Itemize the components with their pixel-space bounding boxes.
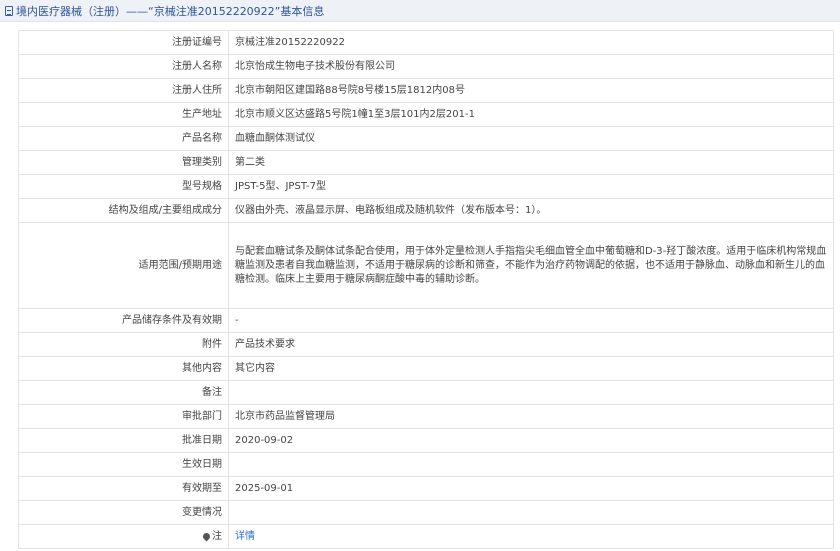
row-label: 生效日期 (18, 452, 229, 477)
table-row: 有效期至 2025-09-01 (18, 476, 834, 501)
note-row: 注 详情 (18, 524, 834, 549)
row-label: 管理类别 (18, 150, 229, 175)
row-value: 北京市顺义区达盛路5号院1幢1至3层101内2层201-1 (228, 102, 834, 127)
row-label: 结构及组成/主要组成成分 (18, 198, 229, 223)
row-value: - (228, 308, 834, 333)
table-row: 变更情况 (18, 500, 834, 525)
page-title: 境内医疗器械（注册）——“京械注准20152220922”基本信息 (16, 4, 325, 18)
row-label: 生产地址 (18, 102, 229, 127)
table-row: 产品名称 血糖血酮体测试仪 (18, 126, 834, 151)
pin-icon (201, 531, 212, 541)
table-row: 生效日期 (18, 452, 834, 477)
note-label: 注 (18, 524, 229, 549)
note-value: 详情 (228, 524, 834, 549)
table-row: 管理类别 第二类 (18, 150, 834, 175)
row-value: 产品技术要求 (228, 332, 834, 357)
row-label: 注册人住所 (18, 78, 229, 103)
row-value: 北京怡成生物电子技术股份有限公司 (228, 54, 834, 79)
row-label: 变更情况 (18, 500, 229, 525)
row-label: 附件 (18, 332, 229, 357)
table-row: 附件 产品技术要求 (18, 332, 834, 357)
row-value: 北京市朝阳区建国路88号院8号楼15层1812内08号 (228, 78, 834, 103)
table-row: 型号规格 JPST-5型、JPST-7型 (18, 174, 834, 199)
row-label: 型号规格 (18, 174, 229, 199)
table-row: 注册证编号 京械注准20152220922 (18, 30, 834, 55)
table-row: 批准日期 2020-09-02 (18, 428, 834, 453)
row-value: 第二类 (228, 150, 834, 175)
table-row: 产品储存条件及有效期 - (18, 308, 834, 333)
row-label: 适用范围/预期用途 (18, 222, 229, 309)
info-table: 注册证编号 京械注准20152220922 注册人名称 北京怡成生物电子技术股份… (18, 30, 834, 549)
row-value: 京械注准20152220922 (228, 30, 834, 55)
row-value: 北京市药品监督管理局 (228, 404, 834, 429)
table-row: 适用范围/预期用途 与配套血糖试条及酮体试条配合使用，用于体外定量检测人手指指尖… (18, 222, 834, 309)
row-label: 产品储存条件及有效期 (18, 308, 229, 333)
table-row: 其他内容 其它内容 (18, 356, 834, 381)
row-value: JPST-5型、JPST-7型 (228, 174, 834, 199)
row-label: 备注 (18, 380, 229, 405)
table-row: 注册人名称 北京怡成生物电子技术股份有限公司 (18, 54, 834, 79)
row-value (228, 500, 834, 525)
table-row: 备注 (18, 380, 834, 405)
row-value: 血糖血酮体测试仪 (228, 126, 834, 151)
row-value: 仪器由外壳、液晶显示屏、电路板组成及随机软件（发布版本号：1）。 (228, 198, 834, 223)
info-table-container: 注册证编号 京械注准20152220922 注册人名称 北京怡成生物电子技术股份… (18, 30, 834, 549)
row-value: 2025-09-01 (228, 476, 834, 501)
row-value: 其它内容 (228, 356, 834, 381)
row-label: 其他内容 (18, 356, 229, 381)
page-header: 境内医疗器械（注册）——“京械注准20152220922”基本信息 (0, 0, 840, 22)
row-value (228, 380, 834, 405)
document-icon (5, 5, 13, 16)
table-row: 注册人住所 北京市朝阳区建国路88号院8号楼15层1812内08号 (18, 78, 834, 103)
row-label: 有效期至 (18, 476, 229, 501)
row-label: 产品名称 (18, 126, 229, 151)
note-label-text: 注 (212, 530, 222, 542)
row-label: 注册证编号 (18, 30, 229, 55)
details-link[interactable]: 详情 (235, 531, 255, 542)
row-label: 批准日期 (18, 428, 229, 453)
row-label: 注册人名称 (18, 54, 229, 79)
row-value: 与配套血糖试条及酮体试条配合使用，用于体外定量检测人手指指尖毛细血管全血中葡萄糖… (228, 222, 834, 309)
table-row: 结构及组成/主要组成成分 仪器由外壳、液晶显示屏、电路板组成及随机软件（发布版本… (18, 198, 834, 223)
row-value (228, 452, 834, 477)
row-value: 2020-09-02 (228, 428, 834, 453)
table-row: 生产地址 北京市顺义区达盛路5号院1幢1至3层101内2层201-1 (18, 102, 834, 127)
row-label: 审批部门 (18, 404, 229, 429)
table-row: 审批部门 北京市药品监督管理局 (18, 404, 834, 429)
